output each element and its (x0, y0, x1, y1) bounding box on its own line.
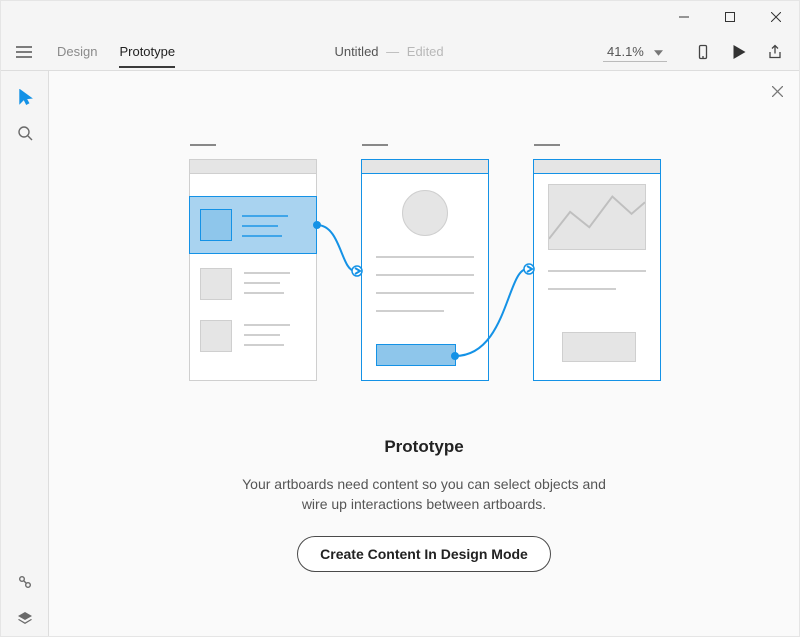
window-maximize-button[interactable] (707, 1, 753, 33)
plugins-button[interactable] (1, 564, 49, 600)
device-preview-button[interactable] (685, 44, 721, 60)
zoom-value: 41.1% (607, 44, 644, 59)
chevron-down-icon (654, 44, 663, 59)
app-toolbar: Design Prototype Untitled — Edited 41.1% (1, 33, 799, 71)
empty-state: Prototype Your artboards need content so… (49, 71, 799, 636)
illus-artboard-2 (361, 159, 489, 381)
document-name: Untitled (334, 44, 378, 59)
illus-artboard-1 (189, 159, 317, 381)
document-status: Edited (407, 44, 444, 59)
zoom-tool[interactable] (1, 115, 49, 151)
create-content-button[interactable]: Create Content In Design Mode (297, 536, 551, 572)
window-minimize-button[interactable] (661, 1, 707, 33)
mode-tabs: Design Prototype (57, 36, 175, 67)
window-close-button[interactable] (753, 1, 799, 33)
illus-artboard-3 (533, 159, 661, 381)
prototype-illustration (189, 141, 659, 401)
zoom-select[interactable]: 41.1% (603, 42, 667, 62)
document-status-sep: — (386, 44, 399, 59)
empty-state-heading: Prototype (384, 437, 463, 457)
tab-prototype[interactable]: Prototype (119, 36, 175, 67)
empty-state-description: Your artboards need content so you can s… (242, 475, 606, 514)
window-titlebar (1, 1, 799, 33)
share-button[interactable] (757, 44, 793, 60)
desktop-preview-button[interactable] (721, 45, 757, 59)
main-area: Prototype Your artboards need content so… (1, 71, 799, 636)
main-menu-button[interactable] (1, 45, 47, 59)
layers-button[interactable] (1, 600, 49, 636)
left-tool-rail (1, 71, 49, 636)
prototype-canvas[interactable]: Prototype Your artboards need content so… (49, 71, 799, 636)
tab-design[interactable]: Design (57, 36, 97, 67)
select-tool[interactable] (1, 79, 49, 115)
document-title: Untitled — Edited (175, 44, 603, 59)
